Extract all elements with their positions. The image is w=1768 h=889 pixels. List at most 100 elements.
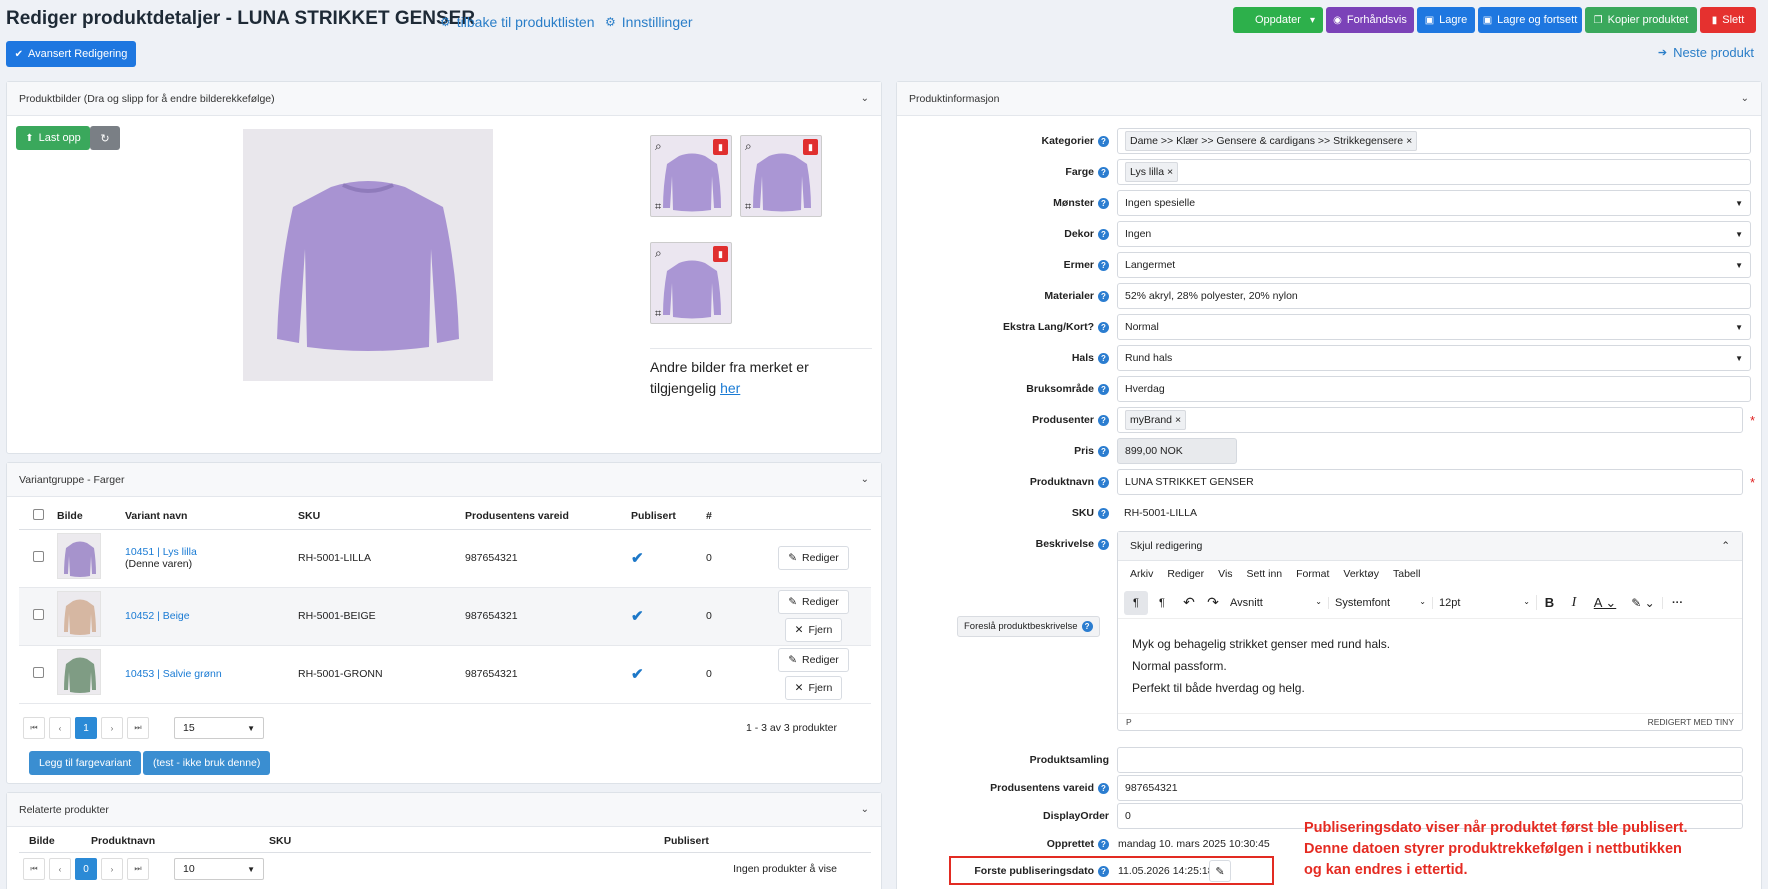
variant-name-link[interactable]: 10452 | Beige: [125, 610, 298, 622]
next-page-button[interactable]: ›: [101, 717, 123, 739]
suggest-description-button[interactable]: Foreslå produktbeskrivelse?: [957, 616, 1100, 637]
help-icon[interactable]: ?: [1098, 507, 1109, 519]
help-icon[interactable]: ?: [1098, 383, 1109, 395]
block-format-select[interactable]: Avsnitt ⌄: [1224, 597, 1328, 609]
copy-product-button[interactable]: ❐ Kopier produktet: [1585, 7, 1697, 33]
pattern-select[interactable]: Ingen spesielle ▼: [1117, 190, 1751, 216]
menu-item[interactable]: Arkiv: [1130, 568, 1153, 580]
vendor-id-input[interactable]: 987654321: [1117, 775, 1743, 801]
edit-variant-button[interactable]: ✎ Rediger: [778, 590, 849, 614]
last-page-button[interactable]: ⏭: [127, 858, 149, 880]
editor-content[interactable]: Myk og behagelig strikket genser med run…: [1118, 619, 1742, 713]
chevron-down-icon[interactable]: ▾: [1310, 15, 1315, 26]
more-icon[interactable]: ···: [1662, 596, 1692, 609]
row-checkbox[interactable]: [32, 551, 44, 562]
help-icon[interactable]: ?: [1098, 135, 1109, 147]
chevron-down-icon[interactable]: ⌄: [861, 474, 869, 485]
menu-item[interactable]: Tabell: [1393, 568, 1420, 580]
row-checkbox[interactable]: [32, 667, 44, 678]
collection-input[interactable]: [1117, 747, 1743, 773]
settings-link[interactable]: ⚙ Innstillinger: [605, 14, 693, 30]
image-thumbnail[interactable]: ⌕ ⌗ ▮: [650, 135, 732, 217]
help-icon[interactable]: ?: [1098, 865, 1109, 877]
page-number-button[interactable]: 0: [75, 858, 97, 880]
page-size-select[interactable]: 10 ▼: [174, 858, 264, 880]
highlight-icon[interactable]: ✎ ⌄: [1624, 596, 1662, 610]
zoom-icon[interactable]: ⌕: [745, 139, 752, 154]
materials-input[interactable]: 52% akryl, 28% polyester, 20% nylon: [1117, 283, 1751, 309]
menu-item[interactable]: Vis: [1218, 568, 1232, 580]
chevron-down-icon[interactable]: ⌄: [1741, 93, 1749, 104]
help-icon[interactable]: ?: [1098, 321, 1109, 333]
back-link[interactable]: ⚙ tilbake til produktlisten: [440, 14, 595, 30]
prev-page-button[interactable]: ‹: [49, 858, 71, 880]
delete-button[interactable]: ▮ Slett: [1700, 7, 1756, 33]
variant-name-link[interactable]: 10451 | Lys lilla: [125, 546, 298, 558]
remove-tag-icon[interactable]: ×: [1175, 414, 1181, 426]
help-icon[interactable]: ?: [1098, 197, 1109, 209]
zoom-icon[interactable]: ⌕: [655, 246, 662, 261]
chevron-down-icon[interactable]: ⌄: [861, 804, 869, 815]
undo-icon[interactable]: ↶: [1176, 594, 1202, 611]
refresh-button[interactable]: ↻: [90, 126, 120, 150]
remove-variant-button[interactable]: ✕ Fjern: [784, 618, 843, 642]
crop-icon[interactable]: ⌗: [655, 201, 661, 214]
pencil-icon[interactable]: ✎: [1209, 860, 1231, 882]
help-icon[interactable]: ?: [1098, 352, 1109, 364]
preview-button[interactable]: ◉ Forhåndsvis: [1326, 7, 1414, 33]
add-color-variant-button[interactable]: Legg til fargevariant: [29, 751, 142, 775]
zoom-icon[interactable]: ⌕: [655, 139, 662, 154]
crop-icon[interactable]: ⌗: [745, 201, 751, 214]
menu-item[interactable]: Rediger: [1167, 568, 1204, 580]
length-select[interactable]: Normal ▼: [1117, 314, 1751, 340]
help-icon[interactable]: ?: [1098, 445, 1109, 457]
help-icon[interactable]: ?: [1098, 290, 1109, 302]
page-size-select[interactable]: 15 ▼: [174, 717, 264, 739]
last-page-button[interactable]: ⏭: [127, 717, 149, 739]
color-input[interactable]: Lys lilla ×: [1117, 159, 1751, 185]
italic-icon[interactable]: I: [1562, 595, 1586, 611]
help-icon[interactable]: ?: [1098, 838, 1109, 850]
image-thumbnail[interactable]: ⌕ ⌗ ▮: [740, 135, 822, 217]
font-size-select[interactable]: 12pt ⌄: [1432, 596, 1536, 609]
advanced-edit-button[interactable]: ✔ Avansert Redigering: [6, 41, 136, 67]
chevron-down-icon[interactable]: ⌄: [861, 93, 869, 104]
text-color-icon[interactable]: A ⌄: [1586, 595, 1624, 611]
row-checkbox[interactable]: [32, 609, 44, 620]
help-icon[interactable]: ?: [1098, 259, 1109, 271]
menu-item[interactable]: Format: [1296, 568, 1329, 580]
first-page-button[interactable]: ⏮: [23, 858, 45, 880]
redo-icon[interactable]: ↷: [1202, 594, 1224, 611]
select-all-checkbox[interactable]: [32, 508, 44, 520]
image-thumbnail[interactable]: ⌕ ⌗ ▮: [650, 242, 732, 324]
trash-icon[interactable]: ▮: [713, 139, 728, 155]
prev-page-button[interactable]: ‹: [49, 717, 71, 739]
product-name-input[interactable]: LUNA STRIKKET GENSER: [1117, 469, 1743, 495]
help-icon[interactable]: ?: [1098, 782, 1109, 794]
crop-icon[interactable]: ⌗: [655, 308, 661, 321]
help-icon[interactable]: ?: [1081, 621, 1093, 632]
neck-select[interactable]: Rund hals ▼: [1117, 345, 1751, 371]
help-icon[interactable]: ?: [1098, 166, 1109, 178]
menu-item[interactable]: Sett inn: [1247, 568, 1283, 580]
decor-select[interactable]: Ingen ▼: [1117, 221, 1751, 247]
help-icon[interactable]: ?: [1098, 414, 1109, 426]
save-button[interactable]: ▣ Lagre: [1417, 7, 1475, 33]
trash-icon[interactable]: ▮: [803, 139, 818, 155]
save-continue-button[interactable]: ▣ Lagre og fortsett: [1478, 7, 1582, 33]
next-product-link[interactable]: ➔ Neste produkt: [1658, 45, 1754, 60]
ltr-icon[interactable]: ¶: [1124, 590, 1148, 615]
bold-icon[interactable]: B: [1536, 595, 1562, 610]
chevron-up-icon[interactable]: ⌃: [1721, 540, 1730, 552]
other-images-link[interactable]: her: [720, 380, 740, 396]
help-icon[interactable]: ?: [1098, 228, 1109, 240]
remove-tag-icon[interactable]: ×: [1406, 135, 1412, 147]
edit-variant-button[interactable]: ✎ Rediger: [778, 546, 849, 570]
variant-name-link[interactable]: 10453 | Salvie grønn: [125, 668, 298, 680]
update-button[interactable]: Oppdater ▾: [1233, 7, 1323, 33]
page-number-button[interactable]: 1: [75, 717, 97, 739]
help-icon[interactable]: ?: [1098, 476, 1109, 488]
font-select[interactable]: Systemfont ⌄: [1328, 596, 1432, 609]
category-input[interactable]: Dame >> Klær >> Gensere & cardigans >> S…: [1117, 128, 1751, 154]
test-button[interactable]: (test - ikke bruk denne): [143, 751, 271, 775]
